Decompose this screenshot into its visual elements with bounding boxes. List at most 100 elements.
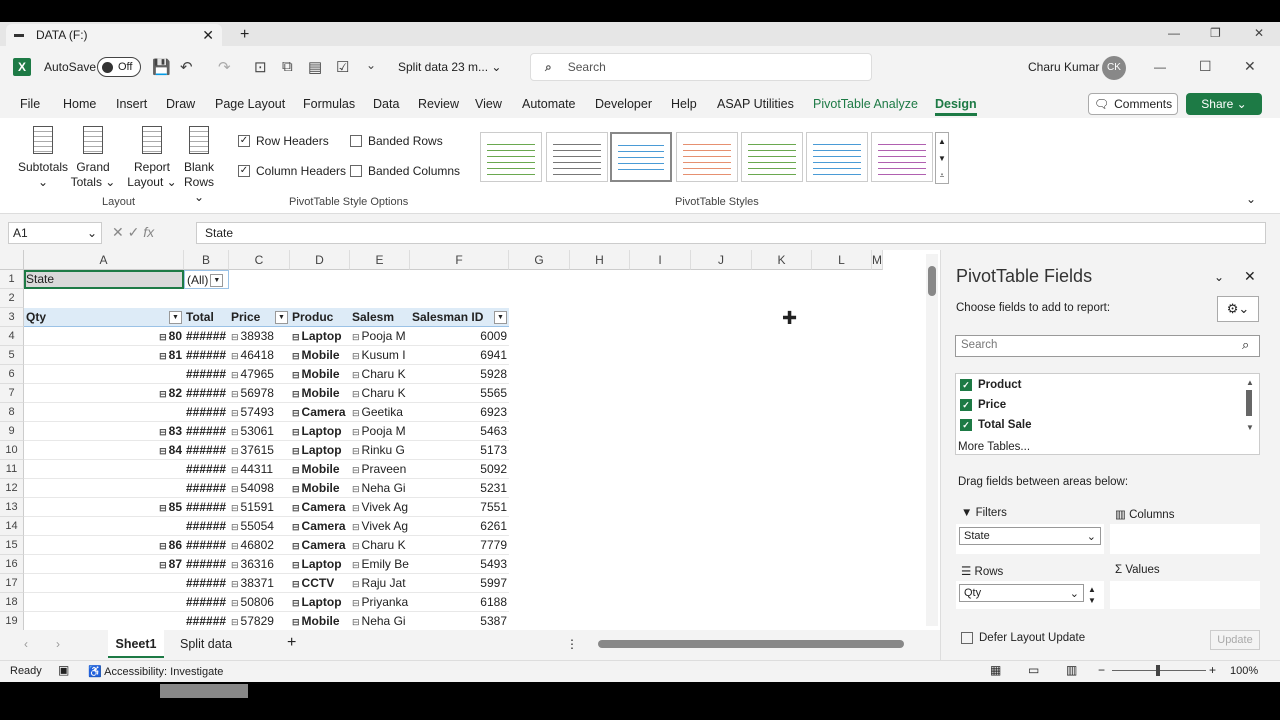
pivot-qty-cell[interactable]: ⊟ 81: [24, 346, 184, 365]
collapse-icon[interactable]: ⊟: [231, 522, 239, 532]
accessibility-status[interactable]: ♿ Accessibility: Investigate: [88, 665, 223, 678]
pivot-total-cell[interactable]: ######: [184, 346, 229, 365]
row-header[interactable]: 12: [0, 479, 24, 498]
column-header-i[interactable]: I: [630, 250, 691, 270]
collapse-icon[interactable]: ⊟: [231, 408, 239, 418]
row-header[interactable]: 19: [0, 612, 24, 631]
collapse-icon[interactable]: ⊟: [159, 503, 167, 513]
tab-pivottable-analyze[interactable]: PivotTable Analyze: [813, 97, 918, 111]
collapse-icon[interactable]: ⊟: [159, 389, 167, 399]
row-header[interactable]: 16: [0, 555, 24, 574]
pivot-total-cell[interactable]: ######: [184, 365, 229, 384]
collapse-icon[interactable]: ⊟: [231, 598, 239, 608]
style-thumbnail[interactable]: [676, 132, 738, 182]
collapse-icon[interactable]: ⊟: [231, 389, 239, 399]
share-button[interactable]: Share ⌄: [1186, 93, 1262, 115]
pivot-total-cell[interactable]: ######: [184, 555, 229, 574]
report-layout-button[interactable]: Report Layout ⌄: [126, 126, 178, 190]
file-name[interactable]: Split data 23 m... ⌄: [398, 60, 501, 74]
pivot-total-cell[interactable]: ######: [184, 460, 229, 479]
collapse-icon[interactable]: ⊟: [292, 560, 300, 570]
pivot-salesman-cell[interactable]: ⊟ Charu K: [350, 536, 410, 555]
pivot-total-cell[interactable]: ######: [184, 327, 229, 346]
pivot-price-cell[interactable]: ⊟ 46418: [229, 346, 290, 365]
pivot-id-cell[interactable]: 5565: [410, 384, 509, 403]
pivot-salesman-cell[interactable]: ⊟ Rinku G: [350, 441, 410, 460]
autosave-toggle[interactable]: Off: [97, 57, 141, 77]
pivot-product-cell[interactable]: ⊟ Laptop: [290, 593, 350, 612]
pivot-salesman-cell[interactable]: ⊟ Charu K: [350, 384, 410, 403]
tab-draw[interactable]: Draw: [166, 97, 195, 111]
pivot-id-cell[interactable]: 6941: [410, 346, 509, 365]
form-icon[interactable]: ▤: [308, 58, 322, 76]
pivot-price-cell[interactable]: ⊟ 54098: [229, 479, 290, 498]
vertical-scrollbar[interactable]: [926, 254, 938, 626]
banded-rows-checkbox[interactable]: Banded Rows: [350, 134, 443, 148]
collapse-icon[interactable]: ⊟: [231, 484, 239, 494]
dropdown-icon[interactable]: ▼: [210, 274, 224, 288]
row-headers-checkbox[interactable]: ✓ Row Headers: [238, 134, 329, 148]
tab-formulas[interactable]: Formulas: [303, 97, 355, 111]
pivot-salesman-cell[interactable]: ⊟ Kusum I: [350, 346, 410, 365]
collapse-icon[interactable]: ⊟: [159, 446, 167, 456]
field-list-scrollbar[interactable]: ▲ ▼: [1246, 376, 1254, 435]
column-header-l[interactable]: L: [812, 250, 872, 270]
pivot-id-cell[interactable]: 7551: [410, 498, 509, 517]
tab-page-layout[interactable]: Page Layout: [215, 97, 285, 111]
page-layout-view-icon[interactable]: ▭: [1028, 663, 1039, 677]
pivot-header[interactable]: Salesman ID ▼: [410, 308, 509, 327]
field-search-input[interactable]: Search: [955, 335, 1260, 357]
vertical-scroll-thumb[interactable]: [928, 266, 936, 296]
update-button[interactable]: Update: [1210, 630, 1260, 650]
avatar[interactable]: CK: [1102, 56, 1126, 80]
pivot-total-cell[interactable]: ######: [184, 403, 229, 422]
column-header-g[interactable]: G: [509, 250, 570, 270]
pivot-product-cell[interactable]: ⊟ Mobile: [290, 365, 350, 384]
collapse-icon[interactable]: ⊟: [352, 503, 360, 513]
collapse-icon[interactable]: ⊟: [292, 446, 300, 456]
row-header[interactable]: 9: [0, 422, 24, 441]
column-header-b[interactable]: B: [184, 250, 229, 270]
pivot-salesman-cell[interactable]: ⊟ Geetika: [350, 403, 410, 422]
row-header[interactable]: 13: [0, 498, 24, 517]
filter-dropdown-icon[interactable]: ▼: [275, 311, 288, 324]
formula-input[interactable]: State: [196, 222, 1266, 244]
style-thumbnail-selected[interactable]: [610, 132, 672, 182]
close-tab-icon[interactable]: ✕: [202, 27, 214, 44]
pivot-salesman-cell[interactable]: ⊟ Priyanka: [350, 593, 410, 612]
restore-icon[interactable]: ❐: [1210, 26, 1221, 40]
filter-dropdown-icon[interactable]: ▼: [169, 311, 182, 324]
banded-columns-checkbox[interactable]: Banded Columns: [350, 164, 460, 178]
checkbox-icon[interactable]: ☑: [336, 58, 349, 76]
collapse-icon[interactable]: ⊟: [352, 408, 360, 418]
pivot-price-cell[interactable]: ⊟ 51591: [229, 498, 290, 517]
comments-button[interactable]: 🗨 Comments: [1088, 93, 1178, 115]
pivot-product-cell[interactable]: ⊟ Mobile: [290, 346, 350, 365]
pivot-id-cell[interactable]: 5997: [410, 574, 509, 593]
field-total-sale[interactable]: ✓ Total Sale: [960, 419, 1031, 431]
add-sheet-button[interactable]: +: [287, 634, 296, 652]
pivot-header[interactable]: Qty ▼: [24, 308, 184, 327]
collapse-icon[interactable]: ⊟: [352, 484, 360, 494]
pivot-id-cell[interactable]: 6188: [410, 593, 509, 612]
next-sheet-icon[interactable]: ›: [56, 637, 60, 651]
pivot-salesman-cell[interactable]: ⊟ Charu K: [350, 365, 410, 384]
collapse-icon[interactable]: ⊟: [352, 446, 360, 456]
subtotals-button[interactable]: Subtotals ⌄: [18, 126, 68, 190]
customize-qat-icon[interactable]: ⌄: [366, 58, 376, 72]
column-header-c[interactable]: C: [229, 250, 290, 270]
tab-home[interactable]: Home: [63, 97, 96, 111]
collapse-icon[interactable]: ⊟: [231, 351, 239, 361]
pivot-total-cell[interactable]: ######: [184, 422, 229, 441]
app-maximize-icon[interactable]: ☐: [1199, 58, 1212, 75]
collapse-ribbon-icon[interactable]: ⌄: [1246, 192, 1256, 206]
pivot-salesman-cell[interactable]: ⊟ Neha Gi: [350, 479, 410, 498]
row-header[interactable]: 8: [0, 403, 24, 422]
fx-icon[interactable]: ✕ ✓ fx: [112, 224, 154, 241]
pivot-product-cell[interactable]: ⊟ Camera: [290, 498, 350, 517]
browser-tab[interactable]: DATA (F:) ✕: [6, 24, 222, 46]
app-minimize-icon[interactable]: —: [1154, 60, 1166, 74]
save-icon[interactable]: 💾: [152, 58, 171, 76]
blank-rows-button[interactable]: Blank Rows ⌄: [178, 126, 220, 205]
grand-totals-button[interactable]: Grand Totals ⌄: [70, 126, 116, 190]
